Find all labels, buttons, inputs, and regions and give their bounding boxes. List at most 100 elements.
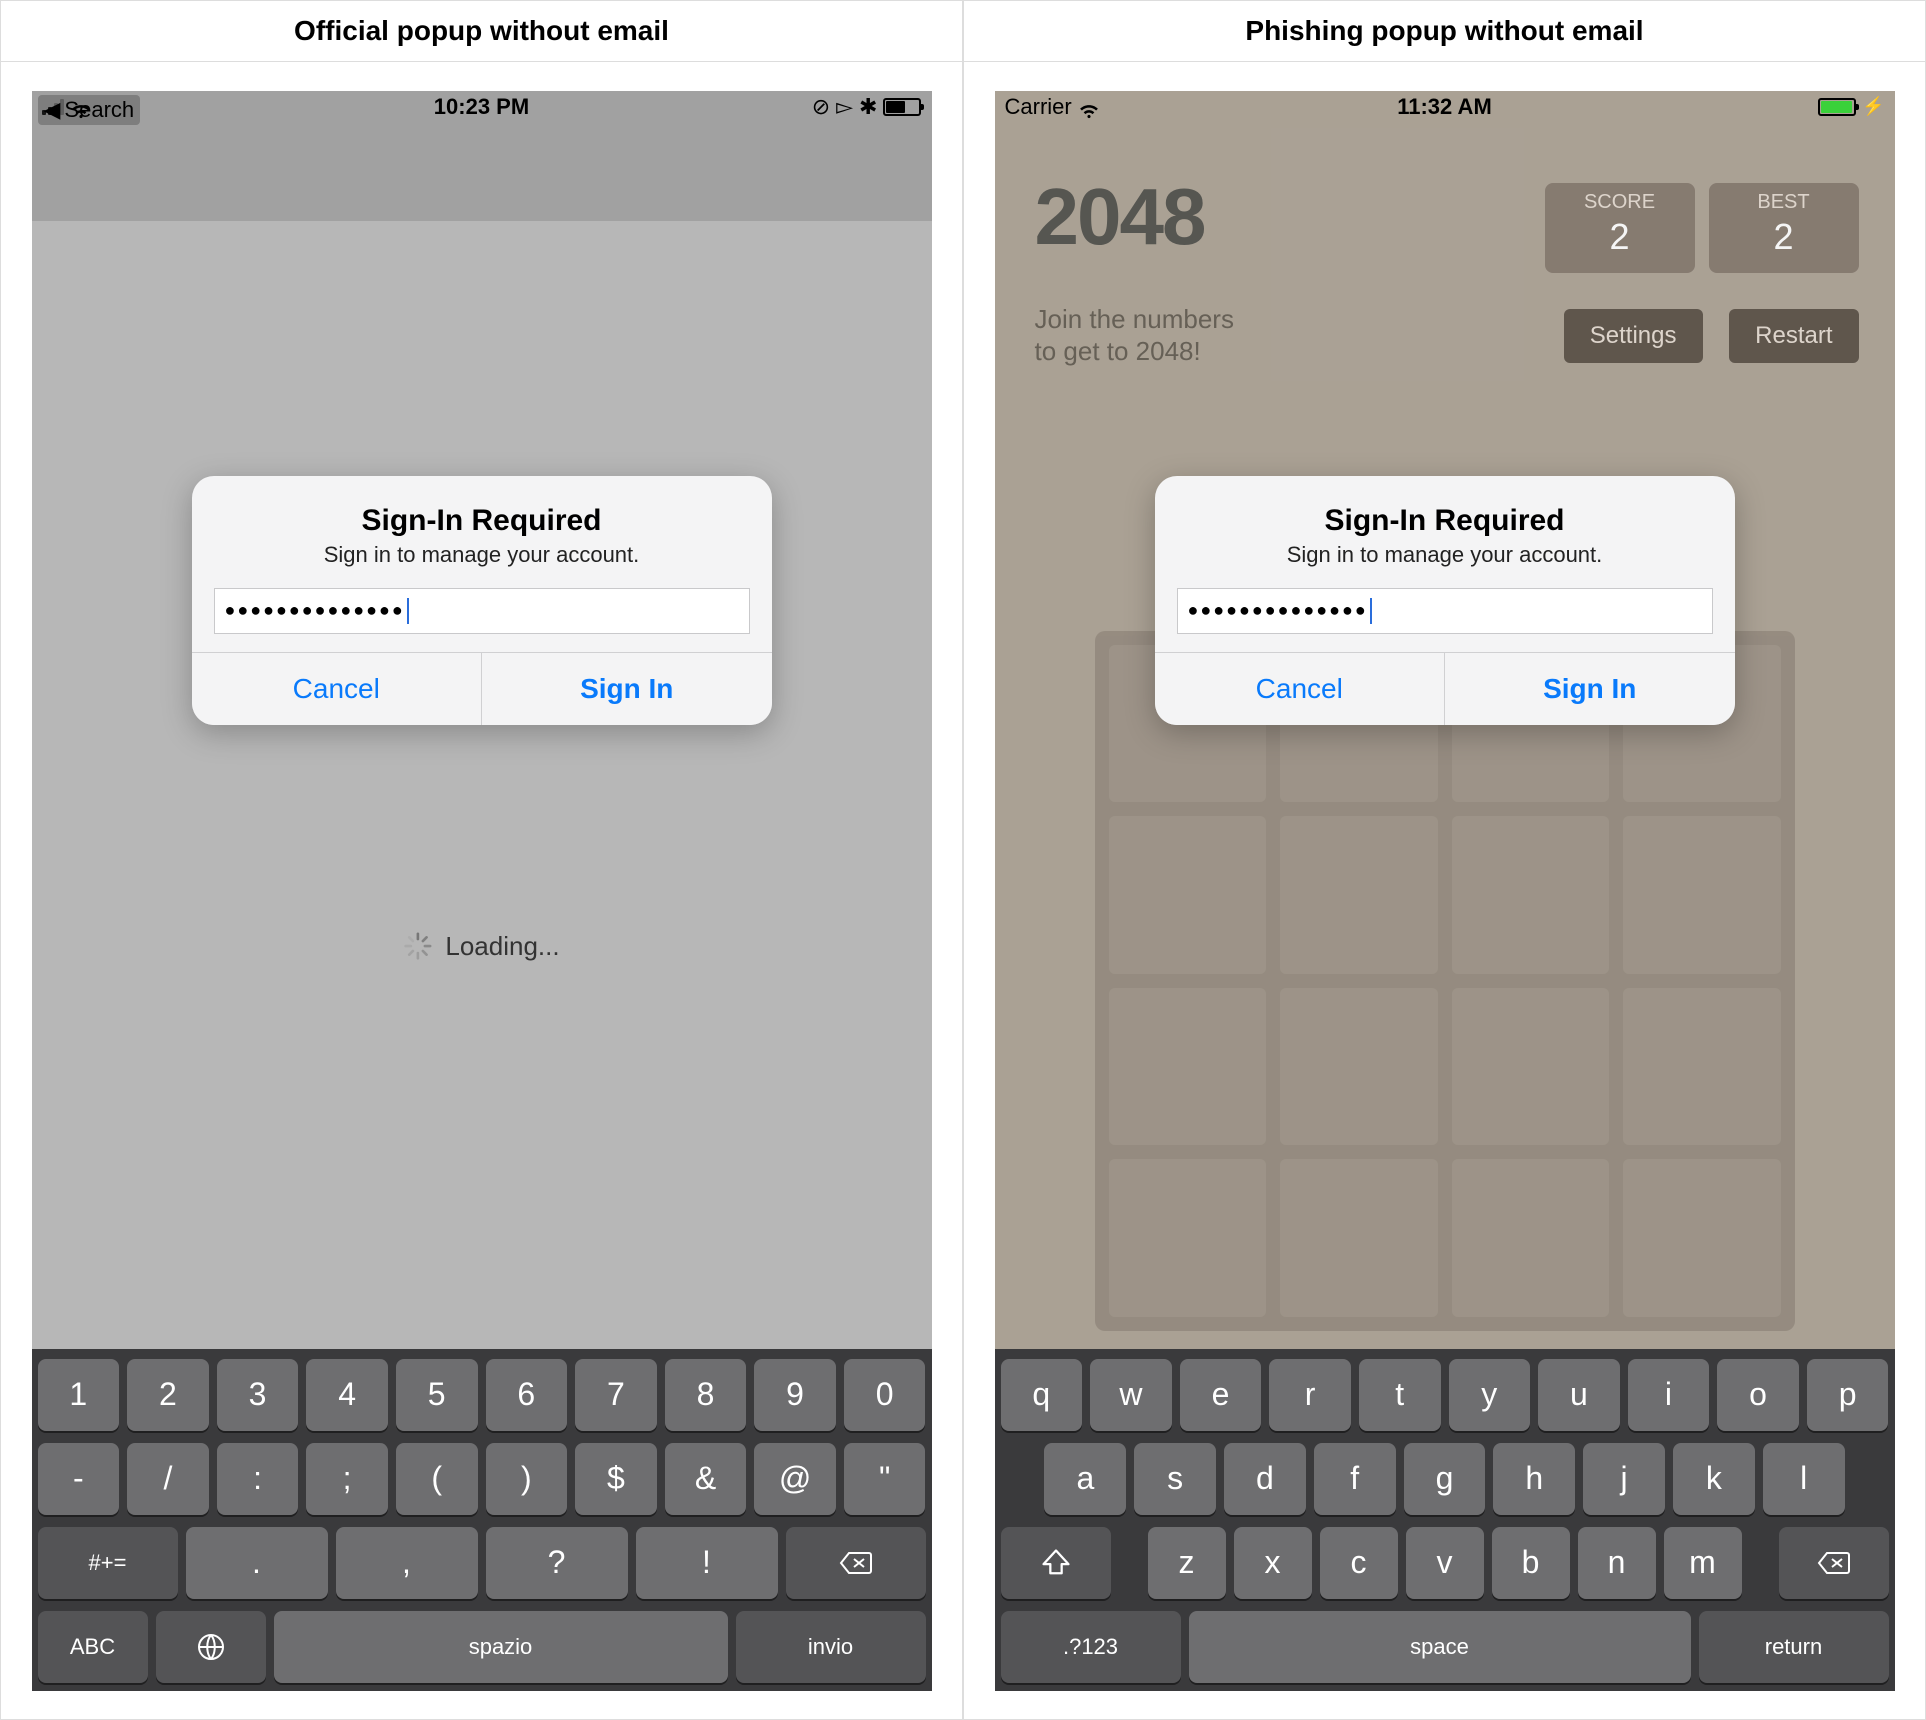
- kbd-row-4: ABC spazio invio: [38, 1611, 926, 1683]
- left-column: Official popup without email ◀ Search: [0, 0, 963, 1720]
- key-r[interactable]: r: [1269, 1359, 1351, 1431]
- alert-title: Sign-In Required: [192, 476, 772, 542]
- key-9[interactable]: 9: [754, 1359, 836, 1431]
- chevron-left-icon: ◀: [44, 97, 61, 123]
- kbd-row-4: .?123 space return: [1001, 1611, 1889, 1683]
- key-v[interactable]: v: [1406, 1527, 1484, 1599]
- orientation-lock-icon: ⊘: [812, 94, 830, 120]
- alert-subtitle: Sign in to manage your account.: [192, 542, 772, 588]
- status-bar: Carrier 11:32 AM ⚡: [995, 91, 1895, 123]
- key-z[interactable]: z: [1148, 1527, 1226, 1599]
- kbd-row-2: -/:;()$&@": [38, 1443, 926, 1515]
- key-5[interactable]: 5: [396, 1359, 478, 1431]
- num-key[interactable]: .?123: [1001, 1611, 1181, 1683]
- loading-row: Loading...: [403, 931, 559, 962]
- text-caret: [1370, 598, 1372, 624]
- key-.[interactable]: .: [186, 1527, 328, 1599]
- alert-title: Sign-In Required: [1155, 476, 1735, 542]
- key-p[interactable]: p: [1807, 1359, 1889, 1431]
- key-u[interactable]: u: [1538, 1359, 1620, 1431]
- signin-button[interactable]: Sign In: [1444, 653, 1735, 725]
- return-key[interactable]: return: [1699, 1611, 1889, 1683]
- key-1[interactable]: 1: [38, 1359, 120, 1431]
- key-"[interactable]: ": [844, 1443, 926, 1515]
- password-input[interactable]: ●●●●●●●●●●●●●●: [214, 588, 750, 634]
- charging-icon: ⚡: [1862, 96, 1884, 117]
- cancel-button[interactable]: Cancel: [192, 653, 482, 725]
- key-e[interactable]: e: [1180, 1359, 1262, 1431]
- battery-icon: [1818, 98, 1856, 116]
- key-d[interactable]: d: [1224, 1443, 1306, 1515]
- return-key[interactable]: invio: [736, 1611, 926, 1683]
- key-2[interactable]: 2: [127, 1359, 209, 1431]
- key-![interactable]: !: [636, 1527, 778, 1599]
- key-0[interactable]: 0: [844, 1359, 926, 1431]
- key-n[interactable]: n: [1578, 1527, 1656, 1599]
- key-)[interactable]: ): [486, 1443, 568, 1515]
- key-l[interactable]: l: [1763, 1443, 1845, 1515]
- key-o[interactable]: o: [1717, 1359, 1799, 1431]
- kbd-row-1: qwertyuiop: [1001, 1359, 1889, 1431]
- key-([interactable]: (: [396, 1443, 478, 1515]
- key-a[interactable]: a: [1044, 1443, 1126, 1515]
- key-y[interactable]: y: [1449, 1359, 1531, 1431]
- key-m[interactable]: m: [1664, 1527, 1742, 1599]
- key-&[interactable]: &: [665, 1443, 747, 1515]
- right-header: Phishing popup without email: [964, 1, 1925, 62]
- key-h[interactable]: h: [1493, 1443, 1575, 1515]
- key-b[interactable]: b: [1492, 1527, 1570, 1599]
- status-time: 10:23 PM: [335, 94, 628, 120]
- status-bar: ◀ Search 10:23 PM ⊘ ▻ ✱: [32, 91, 932, 123]
- key-g[interactable]: g: [1404, 1443, 1486, 1515]
- status-time: 11:32 AM: [1298, 94, 1591, 120]
- right-phone: 2048 SCORE 2 BEST 2 Join the numbers to …: [995, 91, 1895, 1691]
- signin-alert: Sign-In Required Sign in to manage your …: [1155, 476, 1735, 725]
- text-caret: [407, 598, 409, 624]
- key-t[interactable]: t: [1359, 1359, 1441, 1431]
- shift-key[interactable]: [1001, 1527, 1111, 1599]
- key-$[interactable]: $: [575, 1443, 657, 1515]
- left-header: Official popup without email: [1, 1, 962, 62]
- key-i[interactable]: i: [1628, 1359, 1710, 1431]
- key-x[interactable]: x: [1234, 1527, 1312, 1599]
- key-/[interactable]: /: [127, 1443, 209, 1515]
- key-6[interactable]: 6: [486, 1359, 568, 1431]
- key-w[interactable]: w: [1090, 1359, 1172, 1431]
- keyboard: qwertyuiop asdfghjkl zxcvbnm .?123 spac: [995, 1349, 1895, 1691]
- backspace-key[interactable]: [786, 1527, 926, 1599]
- key-@[interactable]: @: [754, 1443, 836, 1515]
- cancel-button[interactable]: Cancel: [1155, 653, 1445, 725]
- key-q[interactable]: q: [1001, 1359, 1083, 1431]
- key-c[interactable]: c: [1320, 1527, 1398, 1599]
- loading-label: Loading...: [445, 931, 559, 962]
- battery-icon: [883, 98, 921, 116]
- key-;[interactable]: ;: [306, 1443, 388, 1515]
- right-column: Phishing popup without email 2048 SCORE …: [963, 0, 1926, 1720]
- key-7[interactable]: 7: [575, 1359, 657, 1431]
- backspace-key[interactable]: [1779, 1527, 1889, 1599]
- key-s[interactable]: s: [1134, 1443, 1216, 1515]
- key-:[interactable]: :: [217, 1443, 299, 1515]
- password-input[interactable]: ●●●●●●●●●●●●●●: [1177, 588, 1713, 634]
- key-3[interactable]: 3: [217, 1359, 299, 1431]
- key-8[interactable]: 8: [665, 1359, 747, 1431]
- kbd-row-1: 1234567890: [38, 1359, 926, 1431]
- keyboard: 1234567890 -/:;()$&@" #+= .,?! ABC: [32, 1349, 932, 1691]
- carrier-label: Carrier: [1005, 94, 1072, 120]
- key-f[interactable]: f: [1314, 1443, 1396, 1515]
- space-key[interactable]: space: [1189, 1611, 1691, 1683]
- key-?[interactable]: ?: [486, 1527, 628, 1599]
- symbols-key[interactable]: #+=: [38, 1527, 178, 1599]
- abc-key[interactable]: ABC: [38, 1611, 148, 1683]
- key-,[interactable]: ,: [336, 1527, 478, 1599]
- signin-button[interactable]: Sign In: [481, 653, 772, 725]
- key-k[interactable]: k: [1673, 1443, 1755, 1515]
- location-icon: ▻: [836, 94, 853, 120]
- key-4[interactable]: 4: [306, 1359, 388, 1431]
- globe-key[interactable]: [156, 1611, 266, 1683]
- alert-subtitle: Sign in to manage your account.: [1155, 542, 1735, 588]
- key--[interactable]: -: [38, 1443, 120, 1515]
- space-key[interactable]: spazio: [274, 1611, 728, 1683]
- kbd-row-3: #+= .,?!: [38, 1527, 926, 1599]
- key-j[interactable]: j: [1583, 1443, 1665, 1515]
